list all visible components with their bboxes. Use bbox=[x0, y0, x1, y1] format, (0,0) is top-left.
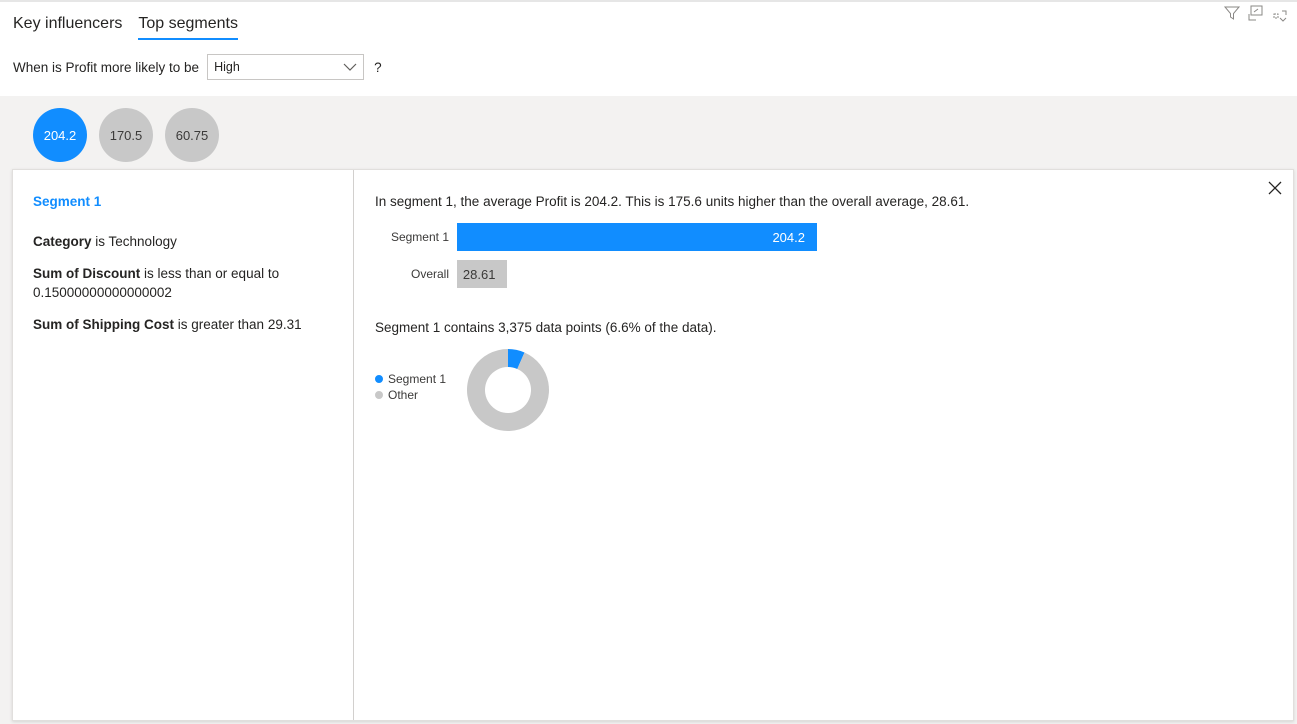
bar-overall: 28.61 bbox=[457, 260, 508, 288]
legend-dot-other bbox=[375, 391, 383, 399]
legend-label-segment: Segment 1 bbox=[388, 372, 447, 386]
segment-title: Segment 1 bbox=[33, 194, 102, 209]
condition-field: Sum of Shipping Cost bbox=[33, 317, 174, 332]
data-points-summary: Segment 1 contains 3,375 data points (6.… bbox=[375, 320, 717, 335]
filter-icon[interactable] bbox=[1223, 4, 1241, 22]
condition-field: Category bbox=[33, 234, 92, 249]
condition-text: is greater than 29.31 bbox=[177, 317, 302, 332]
visual-header-toolbar bbox=[1223, 4, 1289, 22]
question-row: When is Profit more likely to be High ? bbox=[13, 54, 382, 80]
segment-insights: In segment 1, the average Profit is 204.… bbox=[355, 170, 1293, 720]
tab-key-influencers[interactable]: Key influencers bbox=[13, 14, 122, 40]
focus-mode-icon[interactable] bbox=[1247, 4, 1265, 22]
segment-bubbles: 204.2 170.5 60.75 bbox=[33, 108, 219, 162]
legend-dot-segment bbox=[375, 375, 383, 383]
segment-bubble-1[interactable]: 204.2 bbox=[33, 108, 87, 162]
condition-field: Sum of Discount bbox=[33, 266, 141, 281]
bar-segment: 204.2 bbox=[457, 223, 817, 251]
bar-label-segment: Segment 1 bbox=[390, 230, 449, 244]
segment-conditions: Category is Technology Sum of Discount i… bbox=[33, 232, 333, 347]
bar-value-segment: 204.2 bbox=[772, 229, 805, 245]
segment-detail-panel: Segment 1 Category is Technology Sum of … bbox=[12, 169, 1294, 721]
bar-row-segment: Segment 1 204.2 bbox=[355, 223, 817, 251]
donut-slice-other bbox=[467, 349, 549, 431]
bar-value-overall: 28.61 bbox=[462, 266, 496, 282]
segment-definition: Segment 1 Category is Technology Sum of … bbox=[13, 170, 354, 720]
legend-item-segment: Segment 1 bbox=[375, 371, 446, 387]
close-icon[interactable] bbox=[1267, 180, 1283, 196]
donut-legend: Segment 1 Other bbox=[375, 371, 446, 403]
bar-row-overall: Overall 28.61 bbox=[355, 260, 508, 288]
condition-text: is Technology bbox=[95, 234, 177, 249]
more-options-icon[interactable] bbox=[1271, 4, 1289, 22]
segment-bubble-2[interactable]: 170.5 bbox=[99, 108, 153, 162]
top-border bbox=[0, 0, 1297, 2]
outcome-dropdown-value: High bbox=[214, 60, 240, 74]
condition-item: Category is Technology bbox=[33, 232, 333, 251]
segment-share-donut bbox=[467, 349, 549, 431]
bar-label-overall: Overall bbox=[410, 267, 449, 281]
question-mark: ? bbox=[374, 59, 382, 75]
outcome-dropdown[interactable]: High bbox=[207, 54, 365, 80]
segment-summary: In segment 1, the average Profit is 204.… bbox=[375, 194, 970, 209]
condition-item: Sum of Shipping Cost is greater than 29.… bbox=[33, 315, 333, 334]
question-label: When is Profit more likely to be bbox=[13, 59, 200, 75]
chevron-down-icon bbox=[343, 63, 357, 71]
tab-top-segments[interactable]: Top segments bbox=[138, 14, 238, 40]
legend-item-other: Other bbox=[375, 387, 446, 403]
visual-tabs: Key influencers Top segments bbox=[13, 14, 238, 40]
segment-bubble-3[interactable]: 60.75 bbox=[165, 108, 219, 162]
legend-label-other: Other bbox=[388, 388, 419, 402]
condition-item: Sum of Discount is less than or equal to… bbox=[33, 264, 333, 302]
